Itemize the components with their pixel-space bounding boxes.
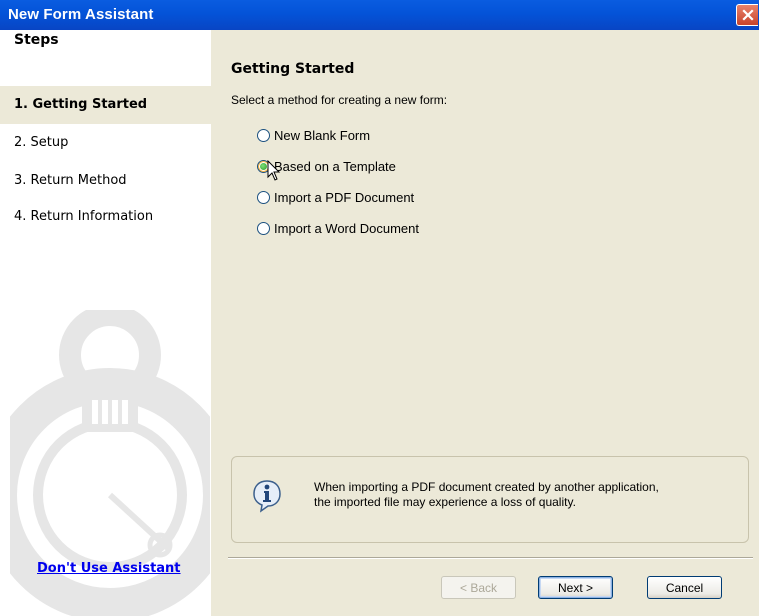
- radio-button[interactable]: [257, 129, 270, 142]
- info-panel: When importing a PDF document created by…: [231, 456, 749, 543]
- step-getting-started[interactable]: 1. Getting Started: [0, 86, 211, 124]
- title-bar: New Form Assistant: [0, 0, 759, 30]
- steps-heading: Steps: [14, 32, 59, 48]
- page-title: Getting Started: [231, 61, 355, 77]
- divider: [228, 557, 753, 559]
- option-import-word[interactable]: Import a Word Document: [257, 221, 419, 236]
- step-setup[interactable]: 2. Setup: [0, 124, 211, 162]
- info-line: the imported file may experience a loss …: [314, 495, 576, 509]
- info-line: When importing a PDF document created by…: [314, 480, 659, 494]
- mouse-cursor-icon: [267, 160, 281, 181]
- back-button[interactable]: < Back: [441, 576, 516, 599]
- option-import-pdf[interactable]: Import a PDF Document: [257, 190, 414, 205]
- option-new-blank-form[interactable]: New Blank Form: [257, 128, 370, 143]
- step-return-method[interactable]: 3. Return Method: [0, 162, 211, 200]
- info-message: When importing a PDF document created by…: [314, 480, 734, 510]
- option-label: Import a Word Document: [274, 221, 419, 236]
- close-icon: [741, 9, 754, 21]
- info-icon: [253, 480, 281, 513]
- radio-button[interactable]: [257, 191, 270, 204]
- close-button[interactable]: [736, 4, 758, 26]
- window-title: New Form Assistant: [8, 6, 154, 23]
- dont-use-assistant-link[interactable]: Don't Use Assistant: [37, 561, 181, 576]
- next-button[interactable]: Next >: [538, 576, 613, 599]
- radio-button[interactable]: [257, 222, 270, 235]
- option-label: Based on a Template: [274, 159, 396, 174]
- step-return-information[interactable]: 4. Return Information: [0, 198, 211, 236]
- option-label: Import a PDF Document: [274, 190, 415, 205]
- option-label: New Blank Form: [274, 128, 371, 143]
- cancel-button[interactable]: Cancel: [647, 576, 722, 599]
- page-description: Select a method for creating a new form:: [231, 93, 448, 107]
